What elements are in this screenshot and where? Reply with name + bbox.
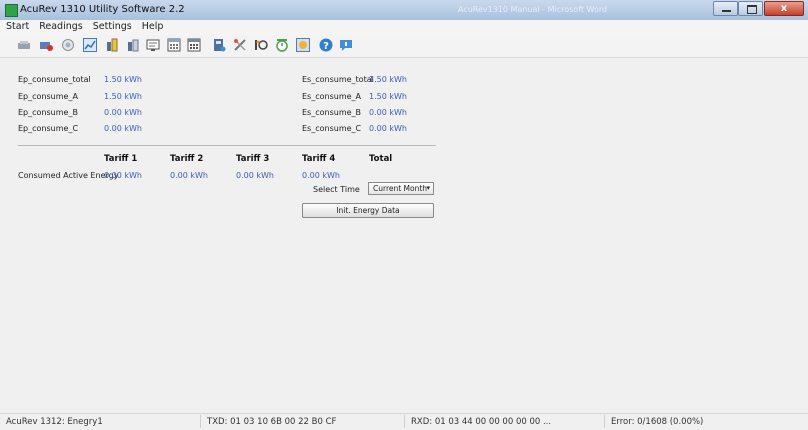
- menu-start[interactable]: Start: [0, 20, 33, 35]
- toolbar: ?: [0, 35, 808, 58]
- disconnect-icon[interactable]: [39, 38, 53, 52]
- app-icon: [5, 4, 18, 17]
- timer-icon[interactable]: [275, 38, 289, 52]
- status-separator: [604, 415, 605, 428]
- report-icon[interactable]: [146, 38, 160, 52]
- es-b-value: 0.00 kWh: [369, 108, 407, 117]
- es-b-label: Es_consume_B: [302, 108, 362, 117]
- chart-icon[interactable]: [83, 38, 97, 52]
- ep-c-label: Ep_consume_C: [18, 124, 79, 133]
- search-device-icon[interactable]: [61, 38, 75, 52]
- status-rxd: RXD: 01 03 44 00 00 00 00 00 ...: [411, 417, 552, 427]
- tools-icon[interactable]: [233, 38, 247, 52]
- tariff-3-header: Tariff 3: [236, 154, 270, 164]
- calendar-grid-icon[interactable]: [187, 38, 201, 52]
- device-info-icon[interactable]: [212, 38, 226, 52]
- status-separator: [200, 415, 201, 428]
- meter-icon[interactable]: [105, 38, 119, 52]
- status-error: Error: 0/1608 (0.00%): [611, 417, 704, 427]
- es-total-value: 1.50 kWh: [369, 75, 407, 84]
- energy-panel: Ep_consume_total 1.50 kWh Ep_consume_A 1…: [0, 58, 808, 410]
- es-c-value: 0.00 kWh: [369, 124, 407, 133]
- menu-bar: Start Readings Settings Help: [0, 20, 808, 35]
- io-icon[interactable]: [254, 38, 268, 52]
- menu-help[interactable]: Help: [136, 20, 168, 35]
- status-device: AcuRev 1312: Enegry1: [6, 417, 103, 427]
- tariff-1-value: 0.00 kWh: [104, 171, 142, 180]
- maximize-icon: [747, 5, 757, 14]
- tariff-2-header: Tariff 2: [170, 154, 204, 164]
- select-time-value: Current Month: [373, 184, 428, 193]
- calendar-icon[interactable]: [167, 38, 181, 52]
- es-a-value: 1.50 kWh: [369, 92, 407, 101]
- minimize-icon: [722, 10, 731, 12]
- ep-b-value: 0.00 kWh: [104, 108, 142, 117]
- es-a-label: Es_consume_A: [302, 92, 362, 101]
- tariff-1-header: Tariff 1: [104, 154, 138, 164]
- select-time-dropdown[interactable]: Current Month ▾: [368, 182, 434, 195]
- ep-a-label: Ep_consume_A: [18, 92, 78, 101]
- select-time-label: Select Time: [313, 185, 360, 194]
- ep-b-label: Ep_consume_B: [18, 108, 78, 117]
- close-button[interactable]: x: [764, 1, 804, 16]
- tariff-2-value: 0.00 kWh: [170, 171, 208, 180]
- help-icon[interactable]: ?: [319, 38, 333, 52]
- init-energy-data-button[interactable]: Init. Energy Data: [302, 203, 434, 218]
- ep-c-value: 0.00 kWh: [104, 124, 142, 133]
- background-window-title: AcuRev1310 Manual - Microsoft Word: [458, 5, 608, 14]
- connect-icon[interactable]: [17, 38, 31, 52]
- ep-total-label: Ep_consume_total: [18, 75, 91, 84]
- tariff-4-value: 0.00 kWh: [302, 171, 340, 180]
- menu-readings[interactable]: Readings: [33, 20, 87, 35]
- about-icon[interactable]: [339, 38, 353, 52]
- section-divider: [18, 145, 436, 146]
- status-bar: AcuRev 1312: Enegry1 TXD: 01 03 10 6B 00…: [0, 413, 808, 430]
- title-bar: AcuRev 1310 Utility Software 2.2 AcuRev1…: [0, 0, 808, 21]
- close-icon: x: [780, 3, 788, 14]
- status-txd: TXD: 01 03 10 6B 00 22 B0 CF: [207, 417, 337, 427]
- window-title: AcuRev 1310 Utility Software 2.2: [20, 4, 185, 15]
- total-header: Total: [369, 154, 393, 164]
- status-separator: [404, 415, 405, 428]
- ep-a-value: 1.50 kWh: [104, 92, 142, 101]
- svg-text:?: ?: [323, 41, 329, 52]
- menu-settings[interactable]: Settings: [87, 20, 136, 35]
- log-icon[interactable]: [296, 38, 310, 52]
- chevron-down-icon: ▾: [426, 184, 430, 192]
- meter-alt-icon[interactable]: [126, 38, 140, 52]
- es-total-label: Es_consume_total: [302, 75, 374, 84]
- ep-total-value: 1.50 kWh: [104, 75, 142, 84]
- tariff-3-value: 0.00 kWh: [236, 171, 274, 180]
- minimize-button[interactable]: [713, 1, 738, 16]
- maximize-button[interactable]: [738, 1, 763, 16]
- es-c-label: Es_consume_C: [302, 124, 362, 133]
- tariff-4-header: Tariff 4: [302, 154, 336, 164]
